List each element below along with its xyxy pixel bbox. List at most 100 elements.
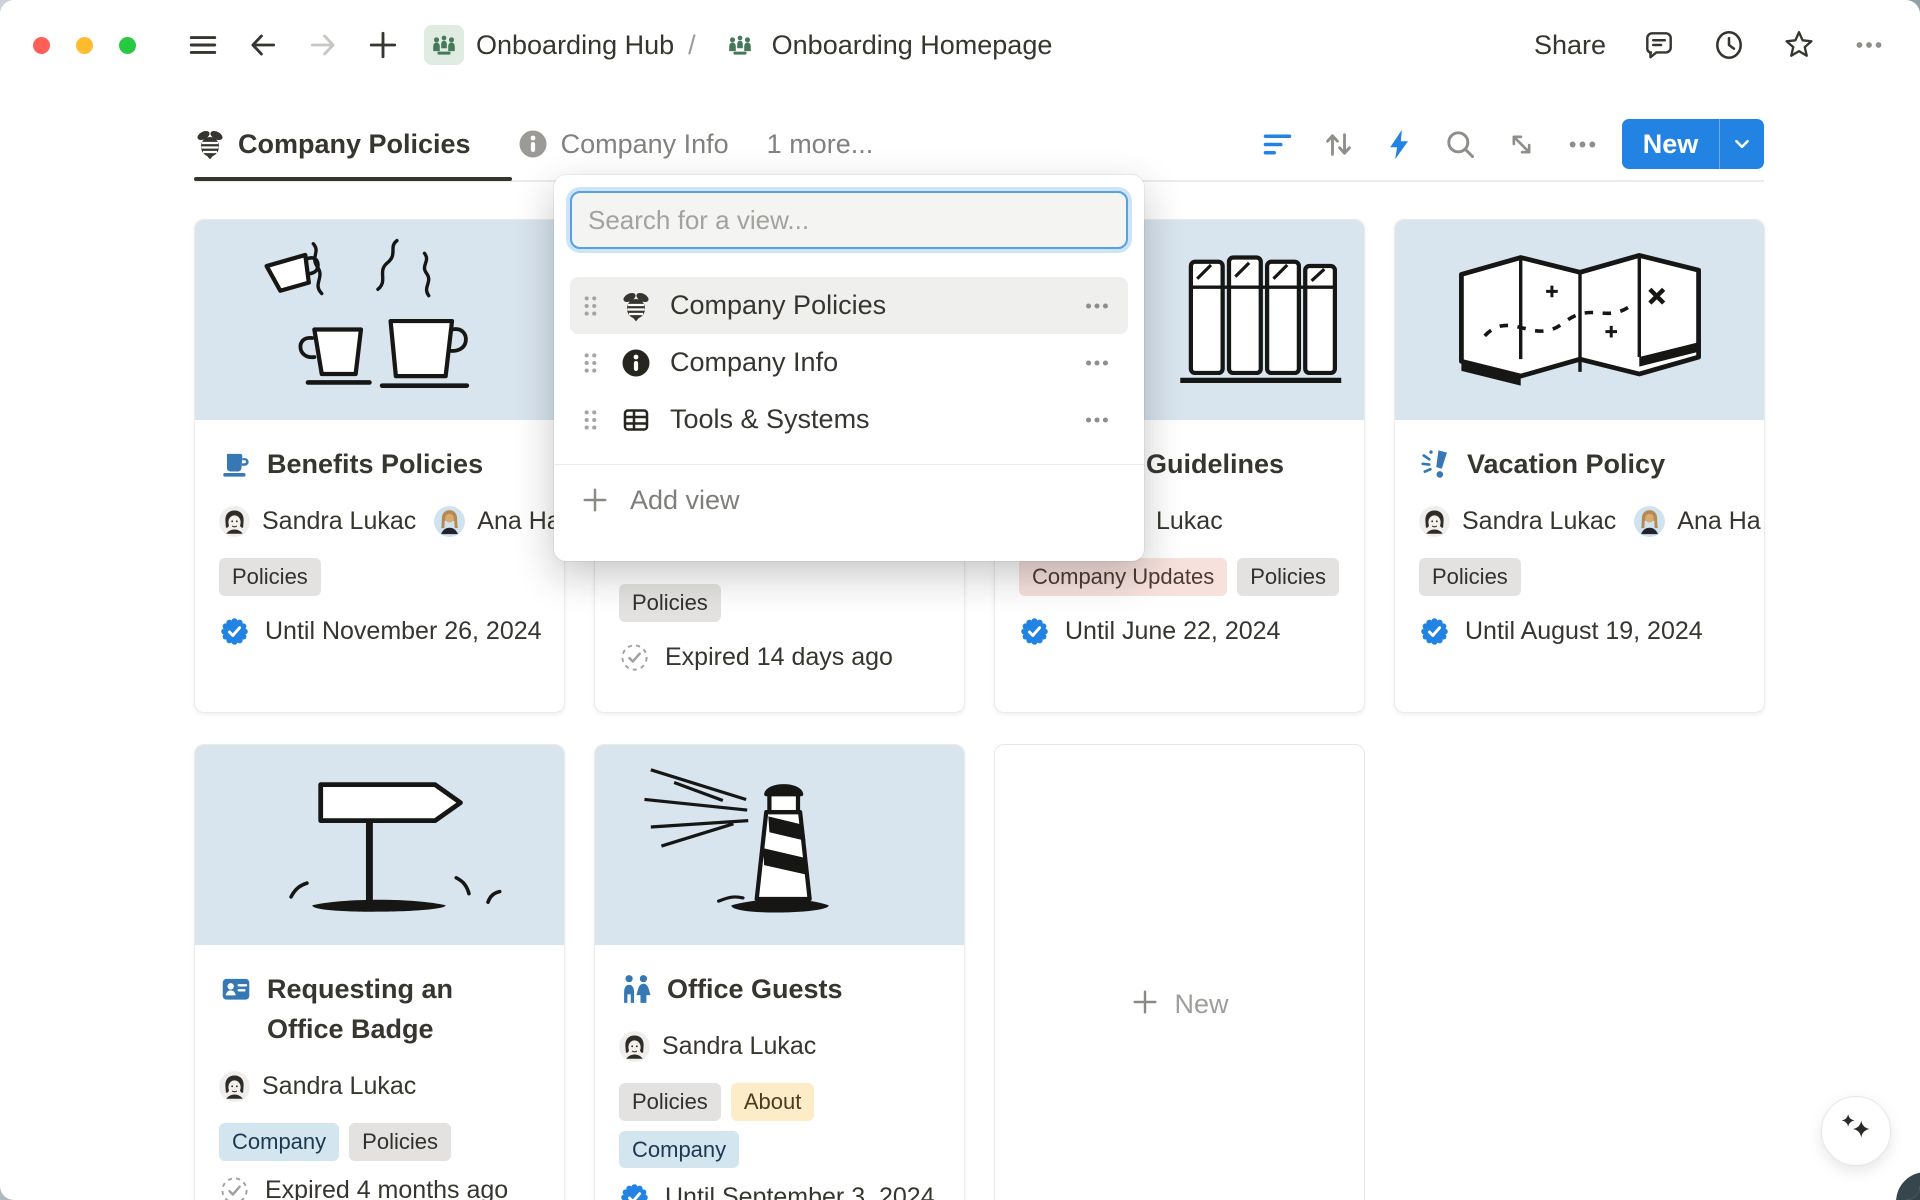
tag: Company — [219, 1123, 339, 1161]
expired-icon — [619, 642, 650, 673]
author-name: Ana Ha — [477, 507, 560, 536]
tab-company-policies[interactable]: Company Policies — [194, 128, 471, 160]
view-item-options-icon[interactable] — [1082, 291, 1112, 321]
view-switcher-menu: Company Policies Company Info Tools & Syst… — [554, 175, 1144, 561]
card-status: Expired 14 days ago — [619, 642, 940, 673]
card-title: Benefits Policies — [267, 444, 483, 484]
card-authors: Sandra Lukac — [219, 1069, 562, 1103]
star-icon[interactable] — [1782, 28, 1816, 62]
view-item-options-icon[interactable] — [1082, 405, 1112, 435]
plus-icon — [1130, 987, 1160, 1022]
card-tags: Company Policies — [219, 1123, 540, 1161]
verified-icon — [219, 616, 250, 647]
chevron-down-icon[interactable] — [1720, 131, 1764, 157]
share-button[interactable]: Share — [1534, 30, 1606, 61]
back-arrow-icon[interactable] — [246, 28, 280, 62]
new-card-button[interactable]: New — [994, 744, 1365, 1200]
info-icon — [517, 128, 549, 160]
collision-icon — [1419, 447, 1453, 481]
tab-label: Company Info — [561, 129, 729, 160]
gallery-card[interactable]: Vacation PolicySandra LukacAna HauPolici… — [1394, 219, 1765, 713]
view-search-input[interactable] — [570, 191, 1128, 249]
author-name: Lukac — [1156, 507, 1223, 536]
filter-icon[interactable] — [1260, 127, 1295, 162]
add-view-button[interactable]: Add view — [570, 465, 1128, 535]
tag: Company Updates — [1019, 558, 1227, 596]
status-text: Expired 14 days ago — [665, 643, 893, 672]
expand-icon[interactable] — [1504, 127, 1539, 162]
view-menu-item[interactable]: Company Info — [570, 334, 1128, 391]
drag-handle-icon[interactable] — [578, 293, 604, 319]
tab-label: Company Policies — [238, 129, 471, 160]
view-options-icon[interactable] — [1565, 127, 1600, 162]
add-view-label: Add view — [630, 485, 740, 516]
automation-lightning-icon[interactable] — [1382, 127, 1417, 162]
card-title: Requesting an Office Badge — [267, 969, 519, 1049]
gallery-card[interactable]: Requesting an Office Badge Sandra Lukac Co… — [194, 744, 565, 1200]
badge-icon — [219, 972, 253, 1006]
ai-assistant-button[interactable] — [1821, 1096, 1891, 1166]
card-authors: Sandra LukacAna Ha — [219, 504, 562, 538]
avatar — [219, 506, 250, 537]
view-toolbar: Company Policies Company Info 1 more... … — [194, 108, 1764, 180]
card-cover-image — [595, 745, 964, 945]
card-title-row: Vacation Policy — [1419, 444, 1740, 484]
view-menu-item[interactable]: Company Policies — [570, 277, 1128, 334]
card-title: Office Guests — [667, 969, 843, 1009]
sparkles-icon — [1835, 1108, 1877, 1155]
view-menu-item-label: Tools & Systems — [670, 404, 870, 435]
clock-icon[interactable] — [1712, 28, 1746, 62]
minimize-window-button[interactable] — [76, 37, 93, 54]
tag: Policies — [219, 558, 321, 596]
people-group-icon — [720, 25, 760, 65]
new-page-icon[interactable] — [366, 28, 400, 62]
gallery-card[interactable]: Benefits Policies Sandra LukacAna Ha Polic… — [194, 219, 565, 713]
card-cover-image — [195, 745, 564, 945]
view-item-options-icon[interactable] — [1082, 348, 1112, 378]
status-text: Until September 3, 2024 — [665, 1183, 935, 1200]
plus-icon — [580, 485, 610, 515]
card-tags: Policies — [219, 558, 540, 596]
info-black-icon — [620, 347, 652, 379]
top-bar: Onboarding Hub / Onboarding Homepage Sha… — [0, 0, 1920, 90]
tag: Policies — [1237, 558, 1339, 596]
card-tags: Company Updates Policies — [1019, 558, 1340, 596]
card-body: Vacation PolicySandra LukacAna HauPolici… — [1395, 420, 1764, 647]
card-tags: Policies — [619, 584, 940, 622]
mug-icon — [219, 447, 253, 481]
more-options-icon[interactable] — [1852, 28, 1886, 62]
people-group-icon[interactable] — [424, 25, 464, 65]
drag-handle-icon[interactable] — [578, 350, 604, 376]
breadcrumb-root[interactable]: Onboarding Hub — [476, 30, 674, 61]
sort-icon[interactable] — [1321, 127, 1356, 162]
zoom-window-button[interactable] — [119, 37, 136, 54]
card-tags: Policies — [1419, 558, 1740, 596]
search-icon[interactable] — [1443, 127, 1478, 162]
verified-icon — [1019, 616, 1050, 647]
status-text: Until June 22, 2024 — [1065, 617, 1280, 646]
tag: Policies — [349, 1123, 451, 1161]
view-menu-item[interactable]: Tools & Systems — [570, 391, 1128, 448]
new-card-label: New — [1174, 989, 1228, 1020]
gallery-card[interactable]: Office GuestsSandra LukacPoliciesAboutCo… — [594, 744, 965, 1200]
breadcrumb-separator: / — [688, 30, 696, 61]
card-body: Office GuestsSandra LukacPoliciesAboutCo… — [595, 945, 964, 1200]
drag-handle-icon[interactable] — [578, 407, 604, 433]
card-status: Until September 3, 2024 — [619, 1182, 940, 1200]
card-authors: Sandra Lukac — [619, 1029, 962, 1063]
sidebar-toggle-icon[interactable] — [186, 28, 220, 62]
new-button-label: New — [1622, 129, 1719, 160]
verified-icon — [619, 1182, 650, 1200]
breadcrumb-current[interactable]: Onboarding Homepage — [772, 30, 1053, 61]
more-tabs-button[interactable]: 1 more... — [767, 129, 874, 160]
new-button[interactable]: New — [1622, 119, 1764, 169]
avatar — [219, 1071, 250, 1102]
comment-icon[interactable] — [1642, 28, 1676, 62]
card-title-row: Requesting an Office Badge — [219, 969, 540, 1049]
card-title-row: Office Guests — [619, 969, 940, 1009]
tab-company-info[interactable]: Company Info — [517, 128, 729, 160]
close-window-button[interactable] — [33, 37, 50, 54]
status-text: Expired 4 months ago — [265, 1176, 508, 1200]
forward-arrow-icon[interactable] — [306, 28, 340, 62]
view-menu-item-label: Company Policies — [670, 290, 886, 321]
